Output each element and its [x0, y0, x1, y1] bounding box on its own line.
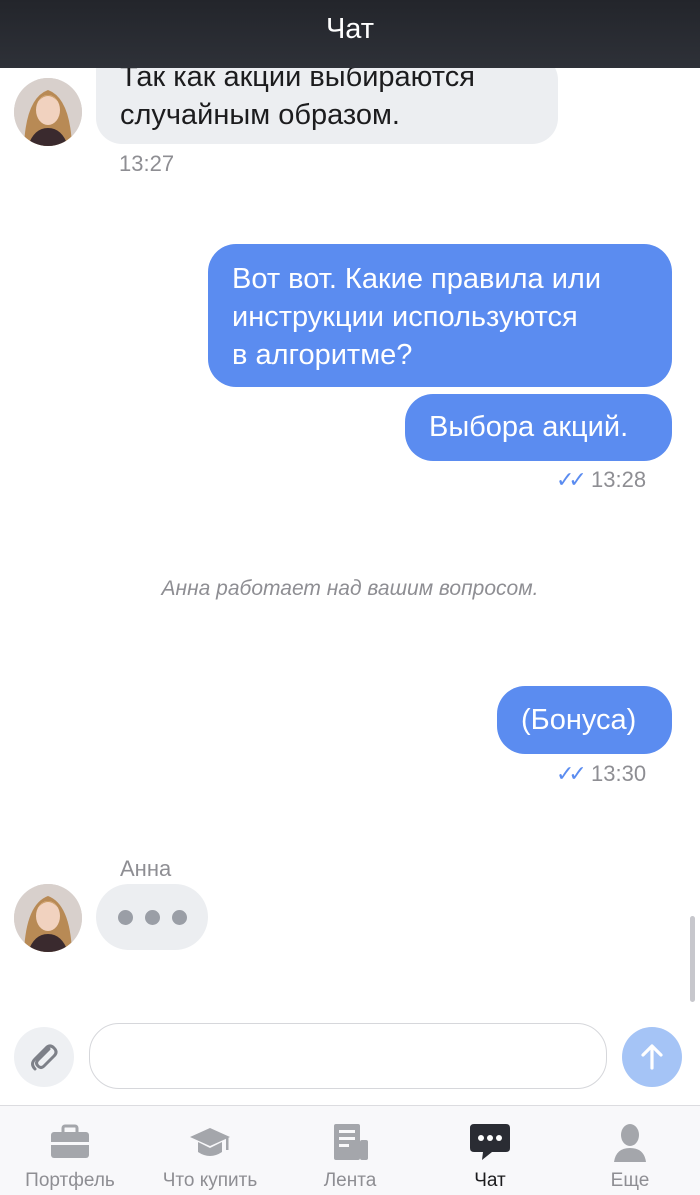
paperclip-icon — [31, 1044, 58, 1071]
chat-header: Чат — [0, 0, 700, 68]
briefcase-icon — [51, 1124, 89, 1158]
typing-sender-name: Анна — [120, 856, 172, 881]
message-composer — [0, 1003, 700, 1105]
typing-indicator — [96, 884, 208, 950]
tab-label: Что купить — [162, 1170, 258, 1191]
message-line: инструкции используются — [232, 301, 578, 333]
message-line: (Бонуса) — [521, 704, 637, 736]
graduation-cap-icon — [190, 1128, 230, 1156]
scrollbar[interactable] — [690, 916, 695, 1002]
typing-dot — [117, 909, 133, 925]
message-line: Выбора акций. — [429, 411, 629, 443]
message-time-row: ✓✓ 13:30 — [556, 761, 646, 787]
tab-chat[interactable]: Чат — [420, 1106, 560, 1195]
tab-label: Лента — [323, 1170, 377, 1191]
message-line: Так как акции выбираются — [120, 68, 475, 93]
message-time: 13:30 — [591, 761, 647, 786]
typing-dot — [171, 909, 187, 925]
message-line: случайным образом. — [120, 99, 400, 131]
tab-label: Еще — [610, 1170, 650, 1191]
typing-dot — [144, 909, 160, 925]
message-bubble-outgoing[interactable]: (Бонуса) — [497, 686, 672, 754]
message-bubble-outgoing[interactable]: Выбора акций. — [405, 394, 672, 461]
tab-what-to-buy[interactable]: Что купить — [140, 1106, 280, 1195]
message-line: Вот вот. Какие правила или — [232, 263, 602, 295]
bottom-tab-bar: Портфель Что купить Лента Чат Еще — [0, 1105, 700, 1195]
chat-bubble-icon — [470, 1124, 510, 1160]
message-time: 13:28 — [591, 467, 647, 492]
message-bubble-outgoing[interactable]: Вот вот. Какие правила или инструкции ис… — [208, 244, 672, 387]
message-time: 13:27 — [119, 151, 175, 176]
operator-avatar — [14, 884, 82, 952]
tab-label: Чат — [474, 1170, 506, 1191]
tab-feed[interactable]: Лента — [280, 1106, 420, 1195]
double-check-icon: ✓✓ — [556, 467, 587, 492]
double-check-icon: ✓✓ — [556, 761, 587, 786]
message-list[interactable]: Так как акции выбираются случайным образ… — [0, 68, 700, 1003]
newspaper-icon — [334, 1124, 368, 1160]
message-time-row: ✓✓ 13:28 — [556, 467, 646, 493]
operator-status-text: Анна работает над вашим вопросом. — [161, 577, 539, 600]
message-bubble-incoming[interactable]: Так как акции выбираются случайным образ… — [96, 68, 558, 144]
arrow-up-icon — [641, 1044, 663, 1070]
tab-more[interactable]: Еще — [560, 1106, 700, 1195]
message-line: в алгоритме? — [232, 339, 413, 371]
page-title: Чат — [325, 13, 375, 45]
message-input[interactable] — [89, 1023, 607, 1089]
tab-label: Портфель — [25, 1170, 115, 1191]
person-icon — [614, 1124, 646, 1162]
send-button[interactable] — [622, 1027, 682, 1087]
tab-portfolio[interactable]: Портфель — [0, 1106, 140, 1195]
attach-button[interactable] — [14, 1027, 74, 1087]
operator-avatar — [14, 78, 82, 146]
